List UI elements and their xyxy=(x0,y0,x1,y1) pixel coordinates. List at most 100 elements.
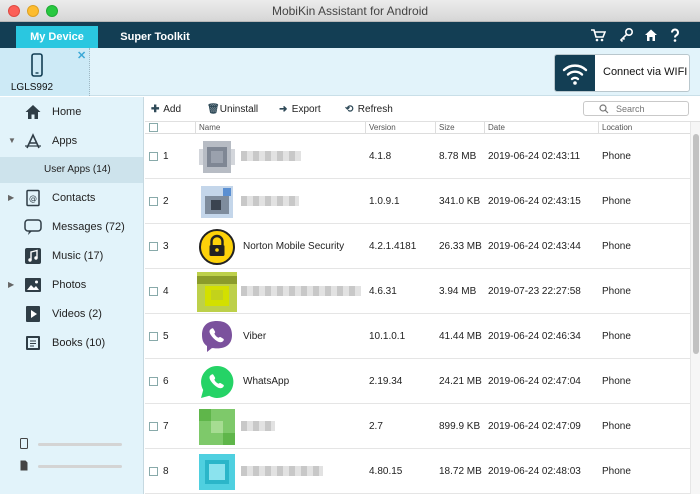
app-location: Phone xyxy=(602,286,631,297)
app-date: 2019-06-24 02:47:04 xyxy=(488,376,581,387)
device-bar: ✕ LGLS992 Connect via WIFI xyxy=(0,48,700,96)
music-icon xyxy=(25,248,41,264)
caret-right-icon[interactable]: ▶ xyxy=(8,280,14,289)
table-row[interactable]: 8 4.80.15 18.72 MB 2019-06-24 02:48:03 P… xyxy=(145,449,690,494)
row-checkbox[interactable] xyxy=(149,422,158,431)
caret-down-icon[interactable]: ▼ xyxy=(8,136,16,145)
sd-card-storage-bar xyxy=(38,465,122,468)
select-all-checkbox[interactable] xyxy=(149,123,158,132)
app-date: 2019-06-24 02:43:44 xyxy=(488,241,581,252)
device-name: LGLS992 xyxy=(10,82,54,93)
row-checkbox[interactable] xyxy=(149,377,158,386)
row-number: 3 xyxy=(163,241,169,252)
phone-storage-icon xyxy=(20,438,28,449)
blurred-app-icon xyxy=(199,454,235,490)
app-size: 341.0 KB xyxy=(439,196,481,207)
column-divider xyxy=(365,122,366,133)
sidebar-item-home[interactable]: Home xyxy=(0,99,143,125)
blurred-app-icon xyxy=(199,141,235,173)
sd-card-icon xyxy=(20,460,28,471)
row-checkbox[interactable] xyxy=(149,197,158,206)
app-version: 2.7 xyxy=(369,421,383,432)
blurred-app-icon xyxy=(199,409,235,445)
app-location: Phone xyxy=(602,421,631,432)
app-size: 41.44 MB xyxy=(439,331,482,342)
window-title: MobiKin Assistant for Android xyxy=(271,4,429,18)
app-size: 8.78 MB xyxy=(439,151,477,162)
row-checkbox[interactable] xyxy=(149,467,158,476)
blurred-app-name xyxy=(241,196,299,206)
action-toolbar: ✚ Add 🗑 Uninstall ➜ Export ⟲ Refresh xyxy=(145,97,700,122)
row-checkbox[interactable] xyxy=(149,332,158,341)
trash-icon: 🗑 xyxy=(207,104,220,115)
app-location: Phone xyxy=(602,151,631,162)
add-button[interactable]: ✚ Add xyxy=(151,104,181,115)
export-arrow-icon: ➜ xyxy=(279,104,288,115)
column-header-location[interactable]: Location xyxy=(602,122,632,133)
column-divider xyxy=(195,122,196,133)
row-number: 4 xyxy=(163,286,169,297)
tab-my-device[interactable]: My Device xyxy=(16,26,98,48)
sidebar-item-apps[interactable]: ▼ Apps xyxy=(0,128,143,154)
uninstall-button[interactable]: 🗑 Uninstall xyxy=(207,104,258,115)
export-button[interactable]: ➜ Export xyxy=(279,104,321,115)
disconnect-device-icon[interactable]: ✕ xyxy=(77,49,86,62)
sidebar-item-messages[interactable]: Messages (72) xyxy=(0,214,143,240)
row-checkbox[interactable] xyxy=(149,287,158,296)
norton-lock-icon xyxy=(199,229,235,265)
row-number: 6 xyxy=(163,376,169,387)
column-header-version[interactable]: Version xyxy=(369,122,396,133)
column-divider xyxy=(598,122,599,133)
column-header-size[interactable]: Size xyxy=(439,122,455,133)
row-checkbox[interactable] xyxy=(149,242,158,251)
blurred-app-icon xyxy=(201,186,233,218)
key-icon[interactable] xyxy=(619,27,635,43)
table-row[interactable]: 5 Viber 10.1.0.1 41.44 MB 2019-06-24 02:… xyxy=(145,314,690,359)
table-row[interactable]: 3 Norton Mobile Security 4.2.1.4181 26.3… xyxy=(145,224,690,269)
refresh-button[interactable]: ⟲ Refresh xyxy=(345,104,393,115)
column-divider xyxy=(435,122,436,133)
help-icon[interactable] xyxy=(667,27,683,43)
whatsapp-icon xyxy=(201,365,234,398)
table-row[interactable]: 7 2.7 899.9 KB 2019-06-24 02:47:09 Phone xyxy=(145,404,690,449)
app-size: 24.21 MB xyxy=(439,376,482,387)
plus-icon: ✚ xyxy=(151,104,160,115)
caret-right-icon[interactable]: ▶ xyxy=(8,193,14,202)
videos-icon xyxy=(26,306,40,322)
app-date: 2019-06-24 02:43:11 xyxy=(488,151,581,162)
sidebar-item-books[interactable]: Books (10) xyxy=(0,330,143,356)
sidebar-item-photos[interactable]: ▶ Photos xyxy=(0,272,143,298)
row-checkbox[interactable] xyxy=(149,152,158,161)
row-number: 2 xyxy=(163,196,169,207)
sidebar-item-music[interactable]: Music (17) xyxy=(0,243,143,269)
table-row[interactable]: 6 WhatsApp 2.19.34 24.21 MB 2019-06-24 0… xyxy=(145,359,690,404)
table-scrollbar[interactable] xyxy=(690,122,700,494)
home-icon[interactable] xyxy=(643,27,659,43)
row-number: 5 xyxy=(163,331,169,342)
sidebar-item-videos[interactable]: Videos (2) xyxy=(0,301,143,327)
device-tile[interactable]: ✕ LGLS992 xyxy=(0,48,90,96)
phone-storage-bar xyxy=(38,443,122,446)
sidebar-subitem-user-apps[interactable]: User Apps (14) xyxy=(0,157,143,183)
app-size: 899.9 KB xyxy=(439,421,481,432)
app-name: Viber xyxy=(243,331,267,342)
tab-super-toolkit[interactable]: Super Toolkit xyxy=(110,26,200,48)
contacts-icon: @ xyxy=(26,189,40,207)
table-row[interactable]: 1 4.1.8 8.78 MB 2019-06-24 02:43:11 Phon… xyxy=(145,134,690,179)
photos-icon xyxy=(25,278,41,292)
column-header-date[interactable]: Date xyxy=(488,122,505,133)
scrollbar-thumb[interactable] xyxy=(693,134,699,354)
blurred-app-name xyxy=(241,421,275,431)
app-location: Phone xyxy=(602,196,631,207)
table-row[interactable]: 2 1.0.9.1 341.0 KB 2019-06-24 02:43:15 P… xyxy=(145,179,690,224)
app-version: 1.0.9.1 xyxy=(369,196,400,207)
cart-icon[interactable] xyxy=(590,27,606,43)
svg-text:@: @ xyxy=(29,194,37,203)
connect-wifi-button[interactable]: Connect via WIFI xyxy=(554,54,690,92)
table-row[interactable]: 4 4.6.31 3.94 MB 2019-07-23 22:27:58 Pho… xyxy=(145,269,690,314)
refresh-icon: ⟲ xyxy=(345,104,354,115)
connect-wifi-label: Connect via WIFI xyxy=(603,66,688,78)
column-header-name[interactable]: Name xyxy=(199,122,220,133)
sidebar-item-contacts[interactable]: ▶ @ Contacts xyxy=(0,185,143,211)
app-version: 4.2.1.4181 xyxy=(369,241,417,252)
